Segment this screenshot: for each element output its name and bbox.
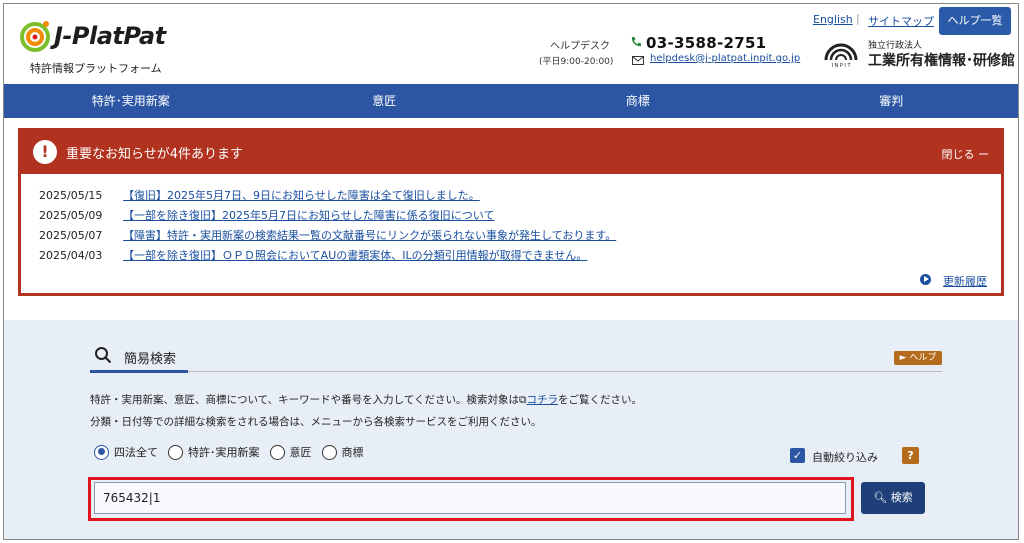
- notice-date: 2025/05/09: [39, 209, 103, 222]
- description-text: 特許・実用新案、意匠、商標について、キーワードや番号を入力してください。検索対象…: [90, 394, 520, 406]
- link-separator: |: [856, 12, 860, 25]
- nav-patent[interactable]: 特許･実用新案: [4, 84, 258, 118]
- update-history-link[interactable]: 更新履歴: [943, 273, 987, 289]
- auto-narrow-help-icon[interactable]: ?: [902, 447, 919, 464]
- search-scope-radios: 四法全て 特許･実用新案 意匠 商標: [94, 444, 374, 460]
- simple-search-section: 簡易検索 ► ヘルプ 特許・実用新案、意匠、商標について、キーワードや番号を入力…: [4, 320, 1018, 539]
- notice-date: 2025/04/03: [39, 249, 103, 262]
- simple-search-title: 簡易検索: [124, 352, 177, 367]
- jplatpat-logo[interactable]: J-PlatPat 特許情報プラットフォーム: [18, 16, 188, 76]
- title-underline: [90, 370, 188, 373]
- notice-link[interactable]: 【障害】特許・実用新案の検索結果一覧の文献番号にリンクが張られない事象が発生して…: [123, 229, 616, 242]
- radio-label: 特許･実用新案: [188, 446, 260, 459]
- mail-icon: [632, 56, 644, 65]
- search-target-link[interactable]: コチラ: [527, 394, 559, 406]
- logo-spiral-icon: [20, 21, 50, 52]
- main-nav: 特許･実用新案 意匠 商標 審判: [4, 84, 1018, 118]
- radio-patent[interactable]: 特許･実用新案: [168, 444, 260, 460]
- notice-item: 2025/05/07 【障害】特許・実用新案の検索結果一覧の文献番号にリンクが張ら…: [39, 227, 616, 247]
- notice-link[interactable]: 【復旧】2025年5月7日、9日にお知らせした障害は全て復旧しました。: [123, 189, 480, 202]
- header: J-PlatPat 特許情報プラットフォーム ヘルプデスク (平日9:00-20…: [4, 4, 1018, 84]
- search-button-label: 検索: [890, 491, 913, 504]
- exclamation-icon: !: [33, 140, 57, 164]
- important-notice-panel: ! 重要なお知らせが4件あります 閉じる ー 2025/05/15 【復旧】202…: [18, 128, 1004, 296]
- radio-label: 商標: [341, 446, 364, 459]
- notice-link[interactable]: 【一部を除き復旧】2025年5月7日にお知らせした障害に係る復旧について: [123, 209, 494, 222]
- notice-item: 2025/04/03 【一部を除き復旧】ＯＰＤ照会においてAUの書類実体、ILの分…: [39, 247, 616, 267]
- svg-text:I N P I T: I N P I T: [831, 63, 851, 68]
- auto-narrow-checkbox[interactable]: ✓: [790, 448, 805, 463]
- sitemap-link[interactable]: サイトマップ: [868, 13, 934, 29]
- external-window-icon: ⧉: [519, 394, 527, 406]
- radio-label: 意匠: [289, 446, 312, 459]
- play-circle-icon: [920, 274, 931, 285]
- logo-text: J-PlatPat: [54, 22, 166, 50]
- notice-close-button[interactable]: 閉じる ー: [942, 146, 990, 162]
- nav-trademark[interactable]: 商標: [511, 84, 765, 118]
- radio-button[interactable]: [321, 444, 337, 460]
- nav-trial[interactable]: 審判: [765, 84, 1019, 118]
- notice-date: 2025/05/07: [39, 229, 103, 242]
- helpdesk-label: ヘルプデスク: [550, 41, 610, 52]
- help-list-button[interactable]: ヘルプ一覧: [939, 7, 1011, 35]
- notice-date: 2025/05/15: [39, 189, 103, 202]
- radio-design[interactable]: 意匠: [269, 444, 312, 460]
- search-icon: [95, 347, 112, 364]
- search-button[interactable]: 🔍︎ 検索: [861, 482, 925, 514]
- simple-search-header: 簡易検索 ► ヘルプ: [90, 344, 942, 372]
- inpit-name: 工業所有権情報･研修館: [868, 53, 1015, 69]
- nav-design[interactable]: 意匠: [258, 84, 512, 118]
- radio-button[interactable]: [269, 444, 285, 460]
- auto-narrow-label: 自動絞り込み: [812, 451, 878, 464]
- radio-button-selected[interactable]: [94, 444, 109, 460]
- description-text: をご覧ください。: [558, 394, 643, 406]
- notice-item: 2025/05/09 【一部を除き復旧】2025年5月7日にお知らせした障害に係る…: [39, 207, 616, 227]
- radio-label: 四法全て: [114, 446, 158, 459]
- help-button[interactable]: ► ヘルプ: [894, 351, 942, 365]
- radio-trademark[interactable]: 商標: [321, 444, 364, 460]
- helpdesk-phone: 03-3588-2751: [646, 34, 767, 52]
- logo-subtitle: 特許情報プラットフォーム: [30, 62, 162, 75]
- notice-header: ! 重要なお知らせが4件あります 閉じる ー: [21, 131, 1001, 174]
- radio-all[interactable]: 四法全て: [94, 444, 158, 460]
- radio-button[interactable]: [168, 444, 183, 460]
- helpdesk-hours: (平日9:00-20:00): [539, 57, 614, 67]
- notice-list: 2025/05/15 【復旧】2025年5月7日、9日にお知らせした障害は全て復旧…: [39, 187, 616, 267]
- search-description-2: 分類・日付等での詳細な検索をされる場合は、メニューから各検索サービスをご利用くだ…: [90, 416, 542, 428]
- page-frame: J-PlatPat 特許情報プラットフォーム ヘルプデスク (平日9:00-20…: [3, 3, 1019, 540]
- notice-title: 重要なお知らせが4件あります: [66, 147, 244, 162]
- phone-icon: [631, 37, 641, 47]
- search-icon: 🔍︎: [873, 491, 888, 504]
- search-input[interactable]: 765432|1: [94, 482, 846, 514]
- inpit-logo-icon: I N P I T: [824, 43, 858, 68]
- notice-item: 2025/05/15 【復旧】2025年5月7日、9日にお知らせした障害は全て復旧…: [39, 187, 616, 207]
- helpdesk-email-link[interactable]: helpdesk@j-platpat.inpit.go.jp: [650, 53, 800, 64]
- english-link[interactable]: English: [813, 13, 853, 26]
- notice-link[interactable]: 【一部を除き復旧】ＯＰＤ照会においてAUの書類実体、ILの分類引用情報が取得でき…: [123, 249, 587, 262]
- search-description-1: 特許・実用新案、意匠、商標について、キーワードや番号を入力してください。検索対象…: [90, 392, 642, 407]
